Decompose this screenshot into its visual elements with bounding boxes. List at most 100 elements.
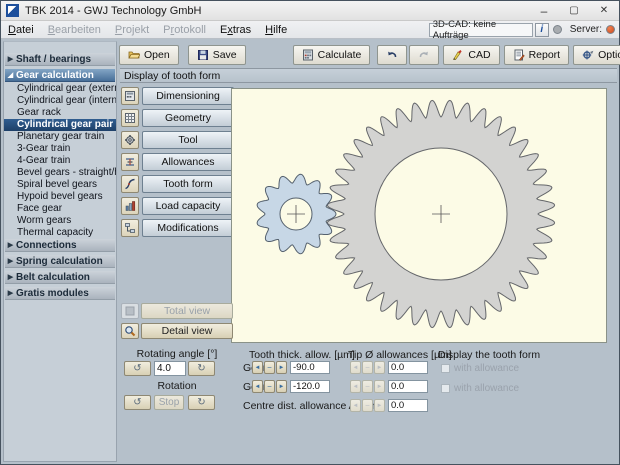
rotate-ccw-button[interactable]: [124, 395, 151, 410]
rotate-cw-step-button[interactable]: [188, 361, 215, 376]
dimensioning-button[interactable]: Dimensioning: [142, 87, 234, 105]
total-view-button[interactable]: Total view: [141, 303, 233, 319]
load-capacity-button[interactable]: Load capacity: [142, 197, 234, 215]
gear2-with-allowance-checkbox[interactable]: [441, 384, 450, 393]
centre-dist-reset[interactable]: [362, 399, 373, 412]
geometry-icon: [124, 112, 136, 124]
app-window: TBK 2014 - GWJ Technology GmbH DateiBear…: [0, 0, 620, 465]
sidebar-section-shaft-bearings[interactable]: ▶Shaft / bearings: [5, 53, 115, 66]
sidebar-section-gratis-modules[interactable]: ▶Gratis modules: [5, 287, 115, 300]
centre-dist-field[interactable]: [388, 399, 428, 412]
tool-icon-button[interactable]: [121, 131, 139, 149]
rotate-ccw-step-button[interactable]: [124, 361, 151, 376]
gear2-tooth-decrease[interactable]: [252, 380, 263, 393]
save-disk-icon: [197, 49, 209, 61]
gear1-with-allowance-checkbox[interactable]: [441, 364, 450, 373]
close-button[interactable]: [589, 1, 619, 21]
sidebar-item-bevel-gears-straight-helical[interactable]: Bevel gears - straight/helical: [4, 167, 116, 179]
open-button[interactable]: Open: [119, 45, 179, 65]
gear2-tooth-increase[interactable]: [276, 380, 287, 393]
toolbar: OpenSaveCalculateCADReportOptions?Help: [119, 44, 620, 66]
expanded-arrow-icon: ◢: [5, 71, 16, 79]
gear1-tooth-reset[interactable]: [264, 361, 275, 374]
dimensioning-icon: [124, 90, 136, 102]
total-view-icon[interactable]: [121, 303, 139, 319]
centre-dist-decrease[interactable]: [350, 399, 361, 412]
cad-button[interactable]: CAD: [443, 45, 499, 65]
report-button[interactable]: Report: [504, 45, 570, 65]
dimensioning-icon-button[interactable]: [121, 87, 139, 105]
gear1-tip-field[interactable]: [388, 361, 428, 374]
window-title: TBK 2014 - GWJ Technology GmbH: [25, 5, 201, 17]
stop-button[interactable]: Stop: [154, 395, 184, 410]
redo-button[interactable]: [409, 45, 439, 65]
magnifier-icon[interactable]: [121, 323, 139, 339]
save-button[interactable]: Save: [188, 45, 246, 65]
sidebar-item-thermal-capacity[interactable]: Thermal capacity: [4, 227, 116, 239]
gear2-with-allowance-label: with allowance: [454, 383, 519, 394]
gear1-tip-reset[interactable]: [362, 361, 373, 374]
sidebar-item-worm-gears[interactable]: Worm gears: [4, 215, 116, 227]
centre-dist-stepper: [350, 399, 386, 412]
allowances-button[interactable]: Allowances: [142, 153, 234, 171]
collapsed-arrow-icon: ▶: [5, 241, 16, 249]
rotating-angle-header: Rotating angle [°]: [122, 348, 232, 360]
gear2-tip-increase[interactable]: [374, 380, 385, 393]
server-led: [606, 25, 615, 34]
tooth-form-button[interactable]: Tooth form: [142, 175, 234, 193]
sidebar-section-spring-calculation[interactable]: ▶Spring calculation: [5, 255, 115, 268]
gear2-tip-field[interactable]: [388, 380, 428, 393]
modifications-icon: [124, 222, 136, 234]
content-header: Display of tooth form: [120, 68, 617, 83]
info-button[interactable]: i: [535, 23, 549, 37]
sidebar-item-face-gear[interactable]: Face gear: [4, 203, 116, 215]
sidebar-section-belt-calculation[interactable]: ▶Belt calculation: [5, 271, 115, 284]
load-capacity-icon-button[interactable]: [121, 197, 139, 215]
geometry-icon-button[interactable]: [121, 109, 139, 127]
gear1-tooth-increase[interactable]: [276, 361, 287, 374]
gear1-tooth-field[interactable]: [290, 361, 330, 374]
menu-datei[interactable]: Datei: [1, 24, 41, 36]
rotating-angle-input[interactable]: [154, 361, 186, 376]
gear2-tooth-reset[interactable]: [264, 380, 275, 393]
sidebar-item-planetary-gear-train[interactable]: Planetary gear train: [4, 131, 116, 143]
rotation-header: Rotation: [122, 380, 232, 392]
gear2-tip-reset[interactable]: [362, 380, 373, 393]
modifications-icon-button[interactable]: [121, 219, 139, 237]
collapsed-arrow-icon: ▶: [5, 257, 16, 265]
sidebar-item-4-gear-train[interactable]: 4-Gear train: [4, 155, 116, 167]
geometry-button[interactable]: Geometry: [142, 109, 234, 127]
sidebar-section-connections[interactable]: ▶Connections: [5, 239, 115, 252]
sidebar-item-3-gear-train[interactable]: 3-Gear train: [4, 143, 116, 155]
tool-button[interactable]: Tool: [142, 131, 234, 149]
rotate-cw-button[interactable]: [188, 395, 215, 410]
tooth-form-drawing-area: [231, 88, 607, 343]
minimize-button[interactable]: [529, 1, 559, 21]
options-button[interactable]: Options: [573, 45, 620, 65]
tip-allowance-header: Tip Ø allowances [µm]: [348, 349, 452, 361]
allowances-icon-button[interactable]: [121, 153, 139, 171]
undo-button[interactable]: [377, 45, 407, 65]
gear1-tooth-decrease[interactable]: [252, 361, 263, 374]
modifications-button[interactable]: Modifications: [142, 219, 234, 237]
sidebar-item-gear-rack[interactable]: Gear rack: [4, 107, 116, 119]
centre-dist-increase[interactable]: [374, 399, 385, 412]
sidebar-item-hypoid-bevel-gears[interactable]: Hypoid bevel gears: [4, 191, 116, 203]
sidebar-item-cylindrical-gear-external-[interactable]: Cylindrical gear (external): [4, 83, 116, 95]
gear1-tip-increase[interactable]: [374, 361, 385, 374]
tool-icon: [124, 134, 136, 146]
menu-extras[interactable]: Extras: [213, 24, 258, 36]
sidebar-item-cylindrical-gear-pair[interactable]: Cylindrical gear pair: [4, 119, 116, 131]
sidebar-item-cylindrical-gear-internal-[interactable]: Cylindrical gear (internal): [4, 95, 116, 107]
sidebar-section-gear-calculation[interactable]: ◢Gear calculation: [5, 69, 115, 82]
maximize-button[interactable]: [559, 1, 589, 21]
tooth-form-icon-button[interactable]: [121, 175, 139, 193]
menu-hilfe[interactable]: Hilfe: [258, 24, 294, 36]
gear2-tip-decrease[interactable]: [350, 380, 361, 393]
gear1-tip-decrease[interactable]: [350, 361, 361, 374]
detail-view-button[interactable]: Detail view: [141, 323, 233, 339]
menu-bearbeiten: Bearbeiten: [41, 24, 108, 36]
sidebar-item-spiral-bevel-gears[interactable]: Spiral bevel gears: [4, 179, 116, 191]
calculate-button[interactable]: Calculate: [293, 45, 371, 65]
gear2-tooth-field[interactable]: [290, 380, 330, 393]
